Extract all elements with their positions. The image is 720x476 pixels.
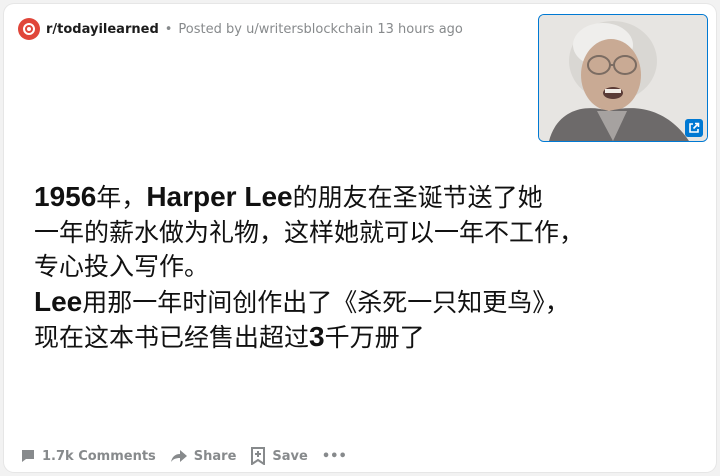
year-text: 1956: [34, 181, 97, 212]
post-line-5: 现在这本书已经售出超过3千万册了: [34, 320, 704, 356]
comments-button[interactable]: 1.7k Comments: [20, 448, 156, 464]
post-thumbnail[interactable]: [538, 14, 708, 142]
post-header: r/todayilearned • Posted by u/writersblo…: [18, 16, 463, 42]
sales-number: 3: [309, 321, 325, 352]
text-fragment: 一年的薪水做为礼物，这样她就可以一年不工作，: [34, 217, 585, 247]
save-label: Save: [272, 448, 308, 464]
post-actions: 1.7k Comments Share Save •••: [20, 444, 347, 468]
share-button[interactable]: Share: [170, 448, 237, 464]
author-surname: Lee: [34, 285, 83, 317]
share-label: Share: [193, 448, 237, 464]
text-fragment: 的朋友在圣诞节送了她: [292, 183, 543, 212]
post-line-3: 专心投入写作。: [34, 250, 704, 285]
comments-label: 1.7k Comments: [42, 448, 156, 464]
text-fragment: 用那一年时间创作出了《杀死一只知更鸟》，: [82, 287, 570, 317]
text-fragment: 现在这本书已经售出超过: [34, 323, 310, 352]
post-body-text: 1956年，Harper Lee的朋友在圣诞节送了她 一年的薪水做为礼物，这样她…: [34, 180, 704, 356]
subreddit-icon[interactable]: [18, 18, 40, 40]
text-fragment: 专心投入写作。: [34, 252, 210, 281]
save-icon: [251, 447, 266, 465]
separator-dot: •: [164, 21, 173, 37]
text-fragment: 千万册了: [324, 323, 425, 352]
share-arrow-icon: [170, 450, 187, 462]
portrait-image: [539, 15, 707, 141]
subreddit-link[interactable]: r/todayilearned: [46, 22, 159, 37]
post-card[interactable]: r/todayilearned • Posted by u/writersblo…: [4, 4, 716, 472]
external-link-icon[interactable]: [685, 119, 703, 137]
more-icon: •••: [321, 448, 347, 464]
post-line-1: 1956年，Harper Lee的朋友在圣诞节送了她: [34, 180, 704, 216]
post-line-2: 一年的薪水做为礼物，这样她就可以一年不工作，: [34, 216, 704, 251]
save-button[interactable]: Save: [250, 447, 308, 465]
posted-by[interactable]: Posted by u/writersblockchain 13 hours a…: [178, 22, 462, 37]
author-name: Harper Lee: [146, 181, 293, 212]
post-line-4: Lee用那一年时间创作出了《杀死一只知更鸟》，: [34, 285, 704, 321]
more-options-button[interactable]: •••: [322, 449, 347, 464]
text-fragment: 年，: [96, 183, 147, 212]
comment-icon: [22, 450, 34, 462]
